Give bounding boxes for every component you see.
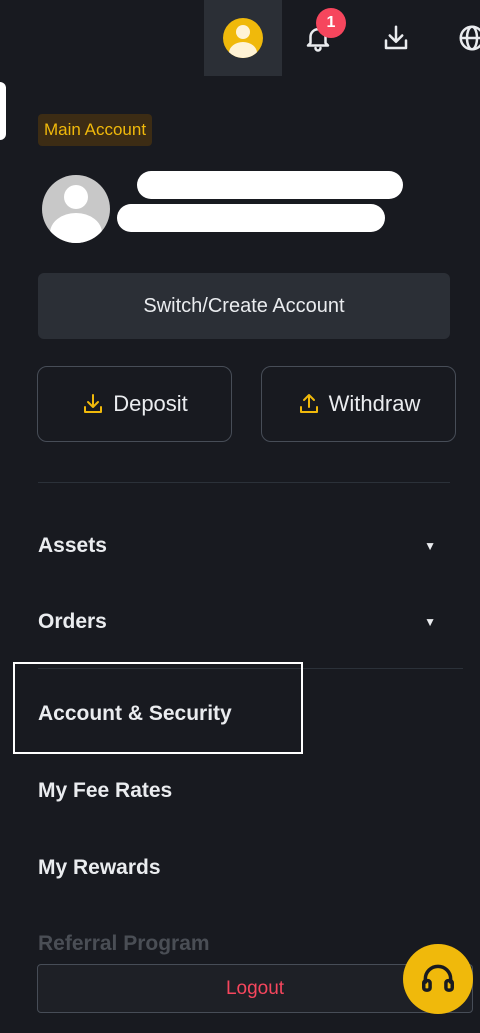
main-account-badge: Main Account <box>38 114 153 146</box>
highlight-box <box>13 662 303 754</box>
menu-item-label: Assets <box>38 534 107 557</box>
caret-down-icon: ▼ <box>424 539 436 553</box>
withdraw-icon <box>299 394 318 413</box>
notification-count-badge: 1 <box>316 8 346 38</box>
language-button[interactable] <box>450 0 480 76</box>
user-avatar-icon <box>223 18 263 58</box>
customer-support-button[interactable] <box>403 944 473 1014</box>
download-icon <box>384 25 408 50</box>
account-menu-page: 1 Main Account Switch/Create Account Dep… <box>0 0 480 1033</box>
menu-item-assets[interactable]: Assets ▼ <box>38 528 442 564</box>
redacted-user-id <box>117 204 385 232</box>
menu-item-label: My Rewards <box>38 856 161 879</box>
caret-down-icon: ▼ <box>424 615 436 629</box>
divider <box>38 482 450 483</box>
headset-icon <box>422 964 454 992</box>
menu-item-label: Orders <box>38 610 107 633</box>
top-bar: 1 <box>0 0 480 76</box>
redacted-username <box>137 171 403 199</box>
withdraw-label: Withdraw <box>328 391 421 416</box>
menu-item-rewards[interactable]: My Rewards <box>38 850 442 886</box>
profile-button[interactable] <box>204 0 282 76</box>
menu-item-label: Referral Program <box>38 932 210 955</box>
switch-create-account-button[interactable]: Switch/Create Account <box>38 273 450 339</box>
menu-item-referral-program[interactable]: Referral Program <box>38 926 442 962</box>
menu-item-orders[interactable]: Orders ▼ <box>38 604 442 640</box>
deposit-label: Deposit <box>113 391 188 416</box>
logout-label: Logout <box>225 977 285 999</box>
deposit-button[interactable]: Deposit <box>37 366 232 442</box>
menu-item-label: My Fee Rates <box>38 779 173 802</box>
switch-create-account-label: Switch/Create Account <box>143 294 345 317</box>
download-button[interactable] <box>374 0 418 76</box>
globe-icon <box>459 25 480 51</box>
menu-item-fee-rates[interactable]: My Fee Rates <box>38 773 442 809</box>
drawer-edge <box>0 82 6 140</box>
user-avatar <box>42 175 110 243</box>
deposit-icon <box>84 394 103 413</box>
withdraw-button[interactable]: Withdraw <box>261 366 456 442</box>
